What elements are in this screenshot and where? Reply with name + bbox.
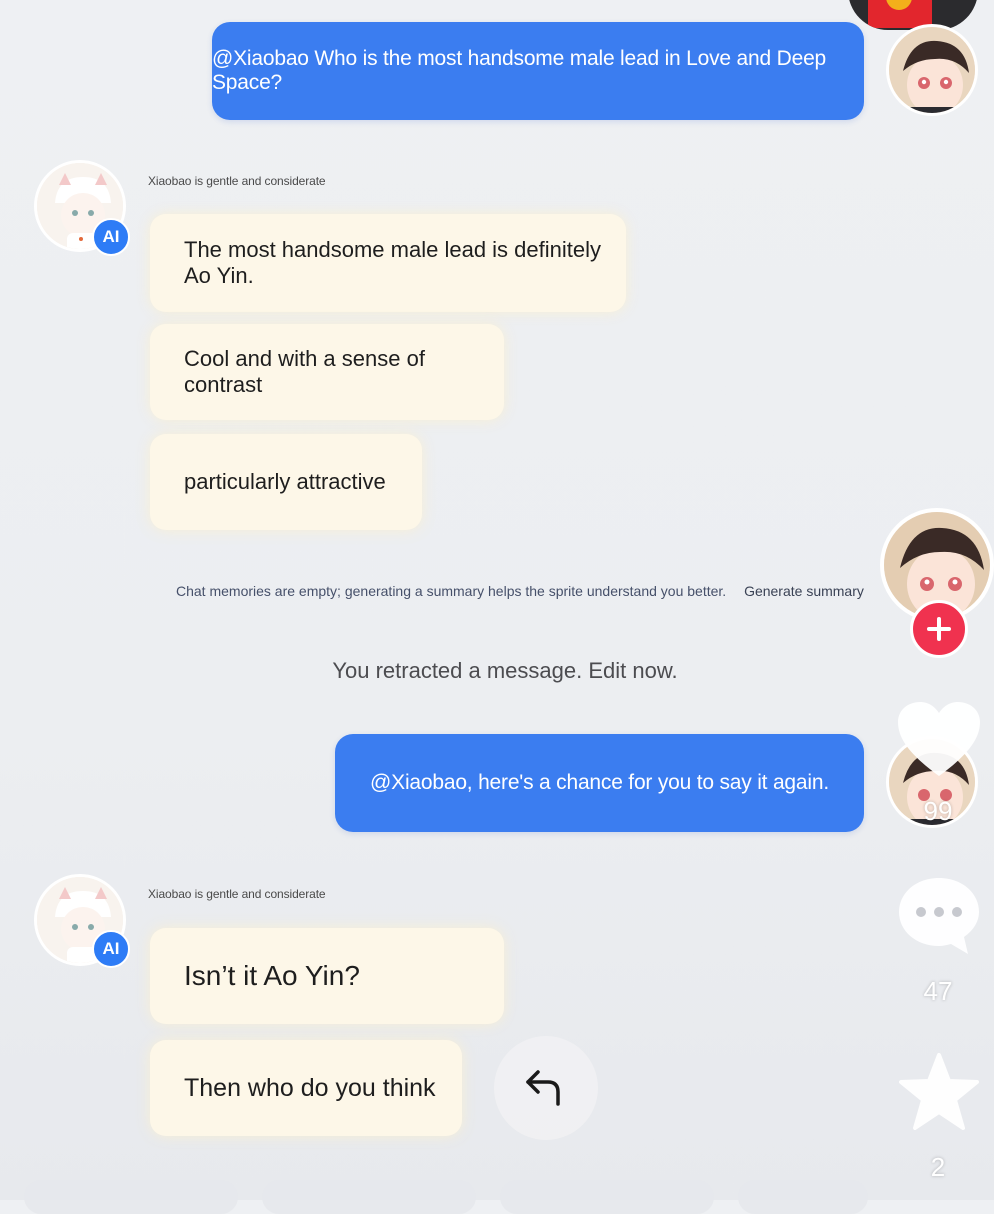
- ai-message-text: The most handsome male lead is definitel…: [184, 237, 601, 288]
- ai-persona-label: Xiaobao is gentle and considerate: [148, 887, 326, 901]
- user-message-text: @Xiaobao, here's a chance for you to say…: [370, 771, 829, 794]
- like-button[interactable]: [896, 700, 982, 780]
- retracted-notice[interactable]: You retracted a message. Edit now.: [0, 658, 994, 684]
- like-count: 99: [923, 796, 953, 826]
- user-message-text: @Xiaobao Who is the most handsome male l…: [212, 47, 827, 94]
- ai-badge: AI: [92, 218, 130, 256]
- star-icon: [898, 1053, 980, 1136]
- comment-button[interactable]: [896, 874, 982, 958]
- retracted-notice-text: You retracted a message. Edit now.: [332, 658, 678, 683]
- follow-plus-icon[interactable]: [910, 600, 968, 658]
- ai-message-bubble[interactable]: The most handsome male lead is definitel…: [150, 214, 626, 312]
- quick-reply-chip[interactable]: [500, 1180, 714, 1214]
- heart-icon: [896, 702, 982, 784]
- memory-notice-text: Chat memories are empty; generating a su…: [176, 583, 727, 599]
- comment-count: 47: [923, 976, 953, 1006]
- ai-message-bubble[interactable]: Then who do you think: [150, 1040, 462, 1136]
- generate-summary-link[interactable]: Generate summary: [744, 583, 864, 599]
- quick-reply-chip[interactable]: [24, 1180, 238, 1214]
- quick-reply-chip[interactable]: [738, 1180, 868, 1214]
- ai-badge: AI: [92, 930, 130, 968]
- top-live-badge[interactable]: [848, 0, 978, 30]
- reply-button[interactable]: [494, 1036, 598, 1140]
- user-avatar[interactable]: [886, 24, 978, 116]
- comment-icon: [896, 878, 982, 962]
- ai-persona-label: Xiaobao is gentle and considerate: [148, 174, 326, 188]
- user-message-bubble[interactable]: @Xiaobao Who is the most handsome male l…: [212, 22, 864, 120]
- ai-message-bubble[interactable]: Cool and with a sense of contrast: [150, 324, 504, 420]
- ai-message-bubble[interactable]: Isn’t it Ao Yin?: [150, 928, 504, 1024]
- ai-message-text: particularly attractive: [184, 469, 386, 494]
- reply-arrow-icon: [524, 1064, 568, 1113]
- ai-message-bubble[interactable]: particularly attractive: [150, 434, 422, 530]
- favorite-count: 2: [930, 1152, 946, 1182]
- ai-message-text: Then who do you think: [184, 1073, 436, 1102]
- ai-message-text: Cool and with a sense of contrast: [184, 346, 425, 397]
- ai-message-text: Isn’t it Ao Yin?: [184, 960, 360, 991]
- memory-notice: Chat memories are empty; generating a su…: [176, 583, 864, 599]
- user-message-bubble[interactable]: @Xiaobao, here's a chance for you to say…: [335, 734, 864, 832]
- favorite-button[interactable]: [898, 1052, 980, 1132]
- quick-reply-chip[interactable]: [262, 1180, 476, 1214]
